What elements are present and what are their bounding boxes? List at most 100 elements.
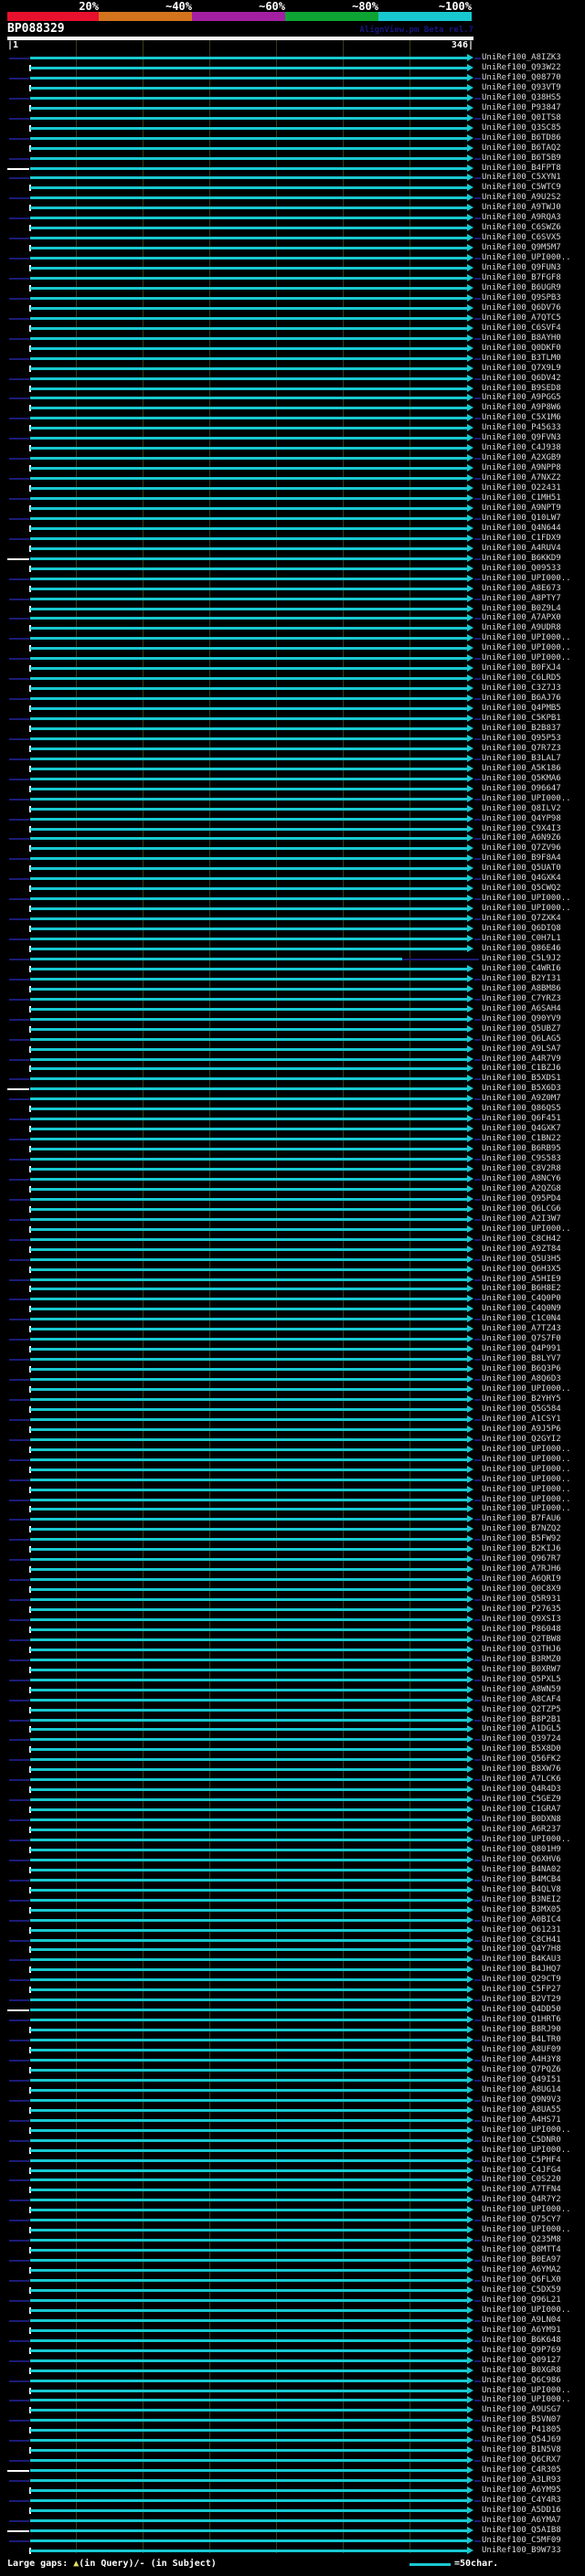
alignment-bar[interactable] [30,1378,467,1381]
alignment-bar[interactable] [30,948,467,950]
hit-label[interactable]: UniRef100_O22431 [482,483,561,493]
alignment-bar[interactable] [30,988,467,991]
alignment-bar[interactable] [30,1358,467,1361]
hit-label[interactable]: UniRef100_C8CH42 [482,1235,561,1245]
hit-label[interactable]: UniRef100_C5XYN1 [482,173,561,183]
hit-label[interactable]: UniRef100_Q86E46 [482,944,561,954]
hit-label[interactable]: UniRef100_B3LAL7 [482,754,561,764]
hit-label[interactable]: UniRef100_A6YMA7 [482,2516,561,2526]
hit-label[interactable]: UniRef100_B5X6D3 [482,1084,561,1094]
alignment-bar[interactable] [30,2249,467,2252]
hit-label[interactable]: UniRef100_P27635 [482,1605,561,1615]
hit-label[interactable]: UniRef100_Q96L21 [482,2295,561,2306]
hit-label[interactable]: UniRef100_C0H7L1 [482,934,561,944]
hit-label[interactable]: UniRef100_A6QRI9 [482,1574,561,1585]
alignment-bar[interactable] [30,1738,467,1741]
hit-label[interactable]: UniRef100_O61231 [482,1925,561,1935]
alignment-bar[interactable] [30,778,467,780]
alignment-bar[interactable] [30,1669,467,1671]
hit-label[interactable]: UniRef100_A9UDR8 [482,623,561,633]
hit-label[interactable]: UniRef100_Q4R4D3 [482,1785,561,1795]
alignment-bar[interactable] [30,1338,467,1341]
hit-label[interactable]: UniRef100_UPI000.. [482,253,571,263]
alignment-bar[interactable] [30,367,467,370]
alignment-bar[interactable] [30,1778,467,1781]
hit-label[interactable]: UniRef100_A9P8W6 [482,403,561,413]
alignment-bar[interactable] [30,938,467,940]
hit-label[interactable]: UniRef100_B0XRW7 [482,1665,561,1675]
alignment-bar[interactable] [30,97,467,100]
hit-label[interactable]: UniRef100_Q2TBW8 [482,1635,561,1645]
hit-label[interactable]: UniRef100_A9LSA7 [482,1044,561,1055]
alignment-bar[interactable] [30,788,467,790]
hit-label[interactable]: UniRef100_A7LCK6 [482,1775,561,1785]
hit-label[interactable]: UniRef100_UPI000.. [482,2306,571,2316]
hit-label[interactable]: UniRef100_A1DGL5 [482,1724,561,1734]
alignment-bar[interactable] [30,1238,467,1241]
hit-label[interactable]: UniRef100_C1GRA7 [482,1805,561,1815]
hit-label[interactable]: UniRef100_Q49I51 [482,2075,561,2085]
hit-label[interactable]: UniRef100_C6LRD5 [482,673,561,684]
hit-label[interactable]: UniRef100_Q5AIB8 [482,2526,561,2536]
alignment-bar[interactable] [30,2309,467,2312]
alignment-bar[interactable] [30,687,467,690]
alignment-bar[interactable] [30,1408,467,1411]
hit-label[interactable]: UniRef100_A5DD16 [482,2506,561,2516]
alignment-bar[interactable] [30,1148,467,1150]
alignment-bar[interactable] [30,337,467,340]
alignment-bar[interactable] [30,2119,467,2122]
hit-label[interactable]: UniRef100_Q5UBZ7 [482,1024,561,1034]
hit-label[interactable]: UniRef100_Q09533 [482,564,561,574]
hit-label[interactable]: UniRef100_Q5PXL5 [482,1675,561,1685]
alignment-bar[interactable] [30,1097,467,1100]
alignment-bar[interactable] [30,1818,467,1821]
alignment-bar[interactable] [30,1839,467,1841]
hit-label[interactable]: UniRef100_A7RJH6 [482,1564,561,1574]
alignment-bar[interactable] [30,1418,467,1421]
alignment-bar[interactable] [30,1808,467,1811]
alignment-bar[interactable] [30,1118,467,1120]
alignment-bar[interactable] [30,907,467,910]
alignment-bar[interactable] [30,1849,467,1851]
hit-label[interactable]: UniRef100_B6T5B9 [482,154,561,164]
hit-label[interactable]: UniRef100_Q9N9V3 [482,2095,561,2105]
alignment-bar[interactable] [30,2519,467,2522]
hit-label[interactable]: UniRef100_B3NEI2 [482,1895,561,1905]
hit-label[interactable]: UniRef100_B3RMZ0 [482,1655,561,1665]
hit-label[interactable]: UniRef100_UPI000.. [482,2125,571,2136]
hit-label[interactable]: UniRef100_A2I3W7 [482,1214,561,1224]
alignment-bar[interactable] [30,867,467,870]
hit-label[interactable]: UniRef100_A1CSY1 [482,1415,561,1425]
alignment-bar[interactable] [30,1168,467,1171]
hit-label[interactable]: UniRef100_B5VN07 [482,2415,561,2425]
hit-label[interactable]: UniRef100_A4H3Y8 [482,2055,561,2065]
alignment-bar[interactable] [30,2049,467,2051]
alignment-bar[interactable] [30,647,467,650]
alignment-bar[interactable] [30,1028,467,1031]
alignment-bar[interactable] [30,1388,467,1391]
hit-label[interactable]: UniRef100_Q6C986 [482,2376,561,2386]
hit-label[interactable]: UniRef100_A9LN04 [482,2316,561,2326]
alignment-bar[interactable] [30,1919,467,1922]
alignment-bar[interactable] [30,1258,467,1261]
alignment-bar[interactable] [30,627,467,630]
hit-label[interactable]: UniRef100_Q6LAG5 [482,1034,561,1044]
hit-label[interactable]: UniRef100_Q5UAT0 [482,864,561,874]
hit-label[interactable]: UniRef100_B4KAU3 [482,1955,561,1965]
alignment-bar[interactable] [30,1368,467,1371]
alignment-bar[interactable] [30,1929,467,1932]
alignment-bar[interactable] [30,57,467,59]
alignment-bar[interactable] [30,1608,467,1611]
hit-label[interactable]: UniRef100_B0FXJ4 [482,663,561,673]
hit-label[interactable]: UniRef100_C1BZJ6 [482,1064,561,1074]
alignment-bar[interactable] [30,447,467,450]
alignment-bar[interactable] [30,1087,467,1090]
alignment-bar[interactable] [30,377,467,380]
hit-label[interactable]: UniRef100_Q5KMA6 [482,774,561,784]
hit-label[interactable]: UniRef100_UPI000.. [482,1835,571,1845]
hit-label[interactable]: UniRef100_Q7PQZ6 [482,2065,561,2075]
hit-label[interactable]: UniRef100_Q09127 [482,2356,561,2366]
hit-label[interactable]: UniRef100_Q7X9L9 [482,364,561,374]
hit-label[interactable]: UniRef100_A6YMA2 [482,2265,561,2275]
hit-label[interactable]: UniRef100_A9TWJ0 [482,203,561,213]
